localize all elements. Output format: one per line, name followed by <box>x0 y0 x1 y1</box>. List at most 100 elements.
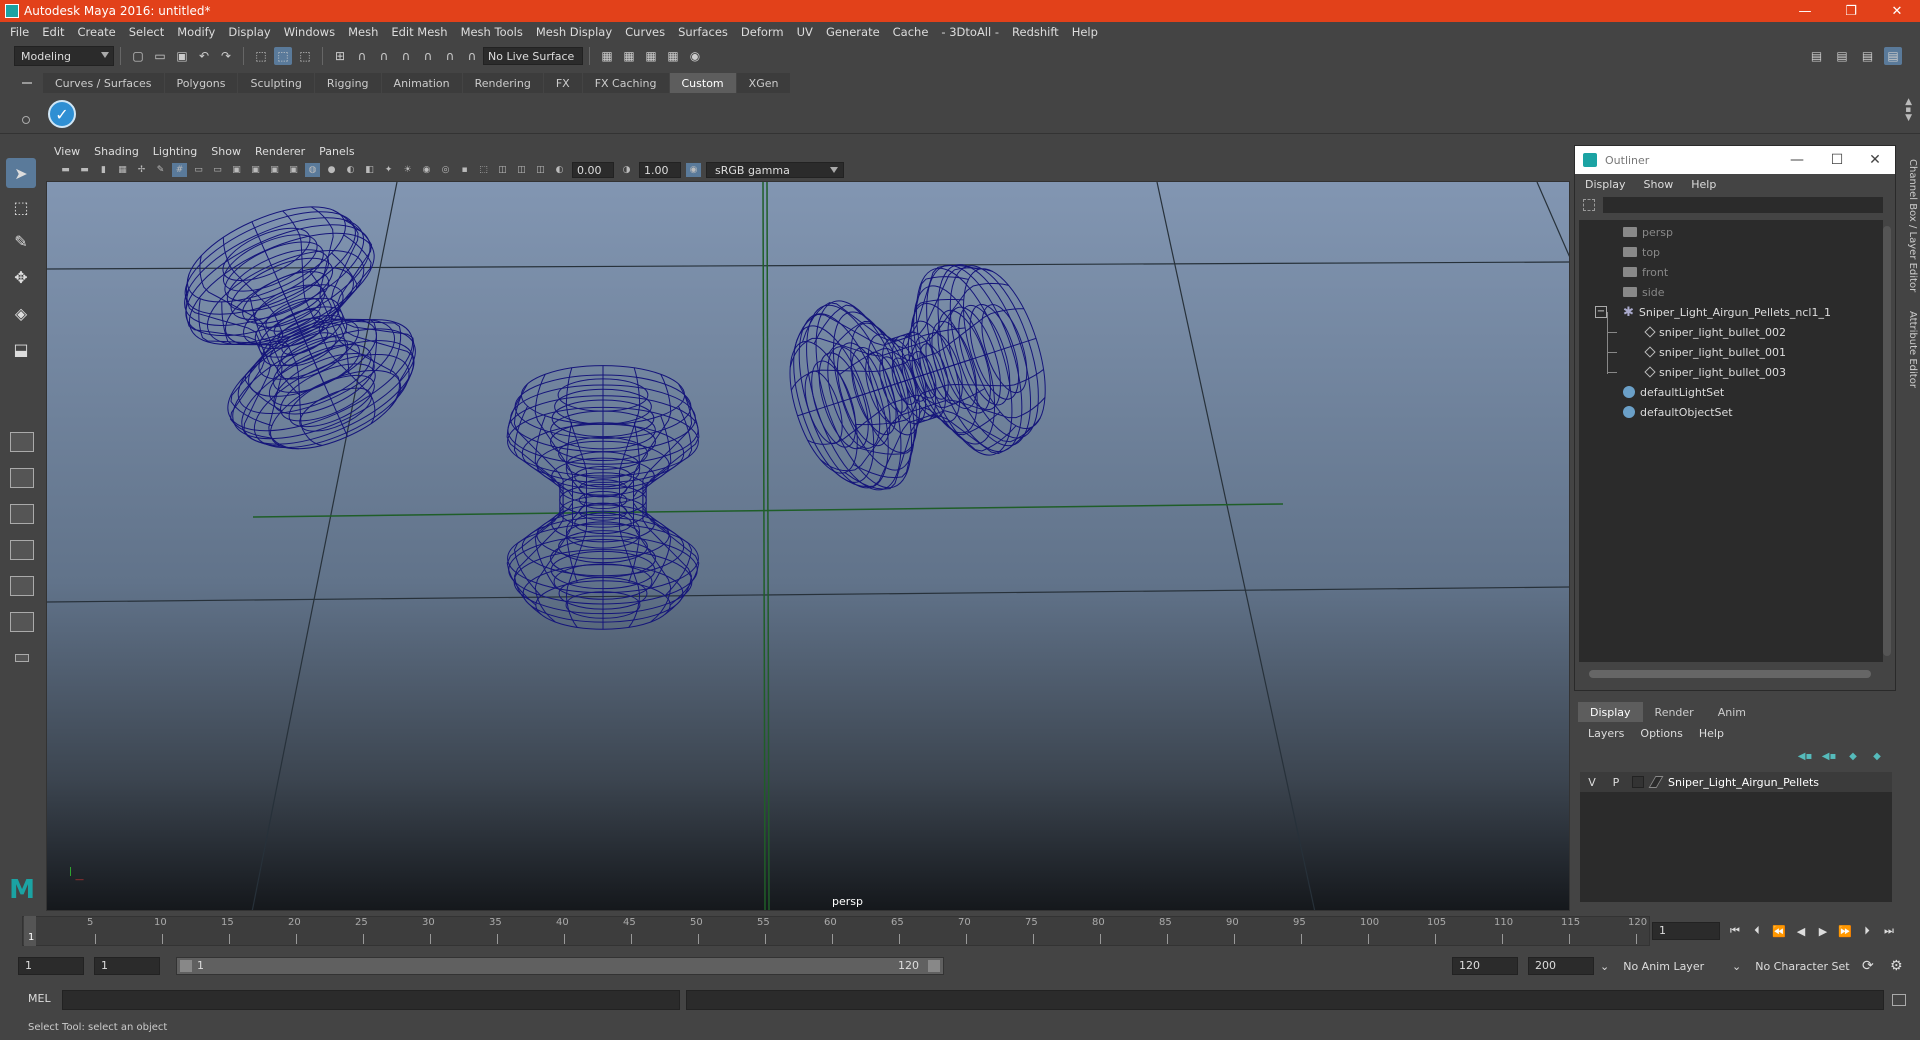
close-button[interactable]: ✕ <box>1855 146 1895 174</box>
play-backwards-icon[interactable]: ◀ <box>1792 922 1810 940</box>
end-time-field[interactable]: 200 <box>1528 957 1594 975</box>
menu-windows[interactable]: Windows <box>284 25 335 39</box>
current-frame-field[interactable]: 1 <box>1652 922 1720 940</box>
make-live-icon[interactable]: ∩ <box>463 47 481 65</box>
shelf-tab-xgen[interactable]: XGen <box>736 73 791 93</box>
custom-layout-icon[interactable] <box>8 646 36 670</box>
xray-joints-icon[interactable]: ◫ <box>514 163 529 177</box>
tool-settings-icon[interactable]: ▤ <box>1859 47 1877 65</box>
shelf-tab-animation[interactable]: Animation <box>381 73 462 93</box>
outliner-item-bullet-001[interactable]: sniper_light_bullet_001 <box>1643 342 1786 362</box>
attribute-editor-tab[interactable]: Attribute Editor <box>1900 305 1918 405</box>
go-to-start-icon[interactable]: ⏮ <box>1726 922 1744 940</box>
move-layer-up-icon[interactable]: ◀▪ <box>1796 751 1814 762</box>
snap-point-icon[interactable]: ∩ <box>375 47 393 65</box>
smooth-shade-icon[interactable]: ● <box>324 163 339 177</box>
open-scene-icon[interactable]: ▭ <box>151 47 169 65</box>
layer-color-swatch[interactable] <box>1648 776 1664 788</box>
script-editor-icon[interactable] <box>1892 994 1906 1006</box>
grease-pencil-icon[interactable]: ✎ <box>153 163 168 177</box>
modeling-toolkit-icon[interactable]: ▤ <box>1808 47 1826 65</box>
outliner-item-top[interactable]: top <box>1623 242 1660 262</box>
menu-edit[interactable]: Edit <box>42 25 64 39</box>
time-slider[interactable]: 1 1 ⏮ ⏴ ⏪ ◀ ▶ ⏩ ⏵ ⏭ 5 10 15 20 25 30 35 40 45 50 5… <box>0 914 1920 948</box>
exposure-field[interactable]: 0.00 <box>572 162 614 178</box>
pellet-bullet-003[interactable] <box>767 245 1066 509</box>
anim-layer-dropdown[interactable]: ⌄ No Anim Layer <box>1600 957 1704 975</box>
anti-aliasing-icon[interactable]: ▪ <box>457 163 472 177</box>
step-back-frame-icon[interactable]: ⏴ <box>1748 922 1766 940</box>
range-slider-bar[interactable]: 1 120 <box>176 957 944 975</box>
shelf-tab-rigging[interactable]: Rigging <box>314 73 381 93</box>
menu-curves[interactable]: Curves <box>625 25 665 39</box>
outliner-item-default-object-set[interactable]: defaultObjectSet <box>1623 402 1733 422</box>
viewport-scene[interactable] <box>47 182 1570 911</box>
layer-display-type-toggle[interactable] <box>1632 776 1644 788</box>
isolate-select-icon[interactable]: ⬚ <box>476 163 491 177</box>
outliner-item-bullet-003[interactable]: sniper_light_bullet_003 <box>1643 362 1786 382</box>
menu-help[interactable]: Help <box>1072 25 1098 39</box>
image-plane-icon[interactable]: ▦ <box>115 163 130 177</box>
menu-create[interactable]: Create <box>78 25 116 39</box>
wireframe-icon[interactable]: ◍ <box>305 163 320 177</box>
scale-tool-icon[interactable]: ⬓ <box>6 334 36 364</box>
viewport-menu-show[interactable]: Show <box>211 145 241 158</box>
outliner-menu-show[interactable]: Show <box>1644 178 1674 191</box>
playback-start-field[interactable]: 1 <box>94 957 160 975</box>
use-all-lights-icon[interactable]: ✦ <box>381 163 396 177</box>
attribute-editor-icon[interactable]: ▤ <box>1833 47 1851 65</box>
layer-playback-toggle[interactable]: P <box>1604 776 1628 789</box>
select-object-icon[interactable]: ⬚ <box>274 47 292 65</box>
layer-visibility-toggle[interactable]: V <box>1580 776 1604 789</box>
pellet-bullet-002[interactable] <box>161 182 439 477</box>
layer-tab-render[interactable]: Render <box>1643 702 1706 722</box>
rotate-tool-icon[interactable]: ◈ <box>6 298 36 328</box>
auto-key-icon[interactable]: ⟳ <box>1862 957 1874 975</box>
minimize-button[interactable]: — <box>1777 146 1817 174</box>
perspective-viewport[interactable]: | — persp <box>46 181 1570 911</box>
viewport-menu-lighting[interactable]: Lighting <box>153 145 197 158</box>
live-surface-field[interactable]: No Live Surface <box>483 47 583 65</box>
move-layer-down-icon[interactable]: ◀▪ <box>1820 751 1838 762</box>
gamma-icon[interactable]: ◑ <box>619 163 634 177</box>
step-back-key-icon[interactable]: ⏪ <box>1770 922 1788 940</box>
menu-uv[interactable]: UV <box>797 25 813 39</box>
script-language-label[interactable]: MEL <box>28 992 51 1005</box>
save-scene-icon[interactable]: ▣ <box>173 47 191 65</box>
outliner-item-side[interactable]: side <box>1623 282 1665 302</box>
color-management-icon[interactable]: ◉ <box>686 163 701 177</box>
snap-surface-icon[interactable]: ∩ <box>419 47 437 65</box>
outliner-item-group[interactable]: ✱ Sniper_Light_Airgun_Pellets_ncl1_1 <box>1623 302 1831 322</box>
film-gate-icon[interactable]: ▭ <box>191 163 206 177</box>
menuset-dropdown[interactable]: Modeling <box>14 46 114 66</box>
exposure-icon[interactable]: ◐ <box>552 163 567 177</box>
viewport-menu-panels[interactable]: Panels <box>319 145 354 158</box>
gear-icon[interactable] <box>22 116 30 124</box>
xray-icon[interactable]: ◫ <box>495 163 510 177</box>
menu-file[interactable]: File <box>10 25 29 39</box>
hypershade-icon[interactable]: ◉ <box>686 47 704 65</box>
ipr-render-icon[interactable]: ▦ <box>642 47 660 65</box>
layer-menu-help[interactable]: Help <box>1699 727 1724 740</box>
shelf-menu-icon[interactable] <box>22 82 32 84</box>
layer-tab-display[interactable]: Display <box>1578 702 1643 722</box>
shadows-icon[interactable]: ☀ <box>400 163 415 177</box>
move-tool-icon[interactable]: ✥ <box>6 262 36 292</box>
outliner-item-bullet-002[interactable]: sniper_light_bullet_002 <box>1643 322 1786 342</box>
wireframe-on-shaded-icon[interactable]: ◐ <box>343 163 358 177</box>
render-view-icon[interactable]: ▦ <box>598 47 616 65</box>
viewport-menu-renderer[interactable]: Renderer <box>255 145 305 158</box>
new-layer-from-selection-icon[interactable]: ◆ <box>1868 751 1886 762</box>
layer-row[interactable]: V P Sniper_Light_Airgun_Pellets <box>1580 772 1892 792</box>
maximize-button[interactable]: ☐ <box>1817 146 1857 174</box>
channel-box-icon[interactable]: ▤ <box>1884 47 1902 65</box>
viewport-menu-shading[interactable]: Shading <box>94 145 139 158</box>
collapse-toggle-icon[interactable]: − <box>1595 306 1607 318</box>
snap-curve-icon[interactable]: ∩ <box>353 47 371 65</box>
single-perspective-layout-icon[interactable] <box>8 430 36 454</box>
textured-icon[interactable]: ◧ <box>362 163 377 177</box>
resolution-gate-icon[interactable]: ▭ <box>210 163 225 177</box>
outliner-menu-help[interactable]: Help <box>1691 178 1716 191</box>
snap-grid-icon[interactable]: ⊞ <box>331 47 349 65</box>
menu-redshift[interactable]: Redshift <box>1012 25 1059 39</box>
